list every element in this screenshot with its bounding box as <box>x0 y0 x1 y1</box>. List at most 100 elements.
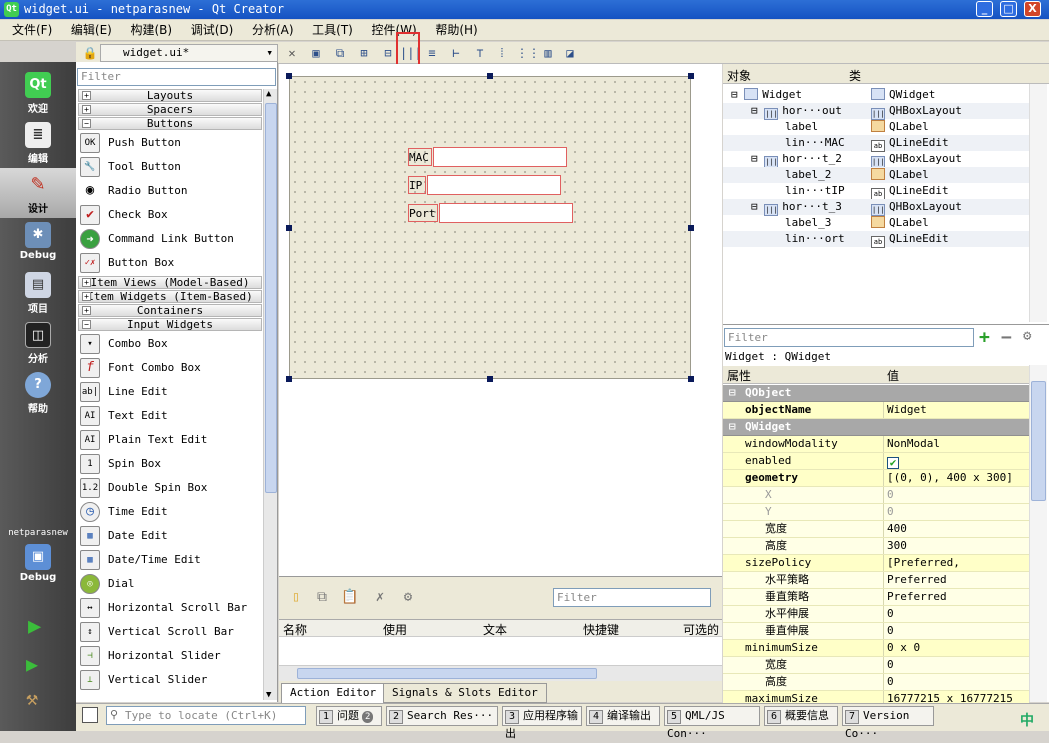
output-pane-button[interactable]: 5 QML/JS Con··· <box>664 706 760 740</box>
copy-action-icon[interactable]: ⧉ <box>313 587 331 607</box>
property-value[interactable]: 0 x 0 <box>887 640 920 656</box>
property-row[interactable]: objectName Widget <box>723 402 1029 419</box>
property-value[interactable]: 0 <box>887 606 894 622</box>
close-button[interactable]: X <box>1024 1 1041 17</box>
layout-vertical-icon[interactable]: ≡ <box>424 45 440 61</box>
property-row[interactable]: 水平策略 Preferred <box>723 572 1029 589</box>
mode-help[interactable]: ? 帮助 <box>0 368 76 418</box>
scroll-thumb[interactable] <box>1031 381 1046 501</box>
output-pane-button[interactable]: 7 Version Co··· <box>842 706 934 740</box>
output-pane-button[interactable]: 2 Search Res··· <box>386 706 498 726</box>
col-used[interactable]: 使用 <box>383 621 407 638</box>
resize-handle[interactable] <box>688 225 694 231</box>
run-icon[interactable]: ▶ <box>28 614 41 639</box>
tree-row[interactable]: lin···tIP ab QLineEdit <box>723 183 1029 200</box>
kit-selector[interactable]: ▣ Debug <box>0 540 76 590</box>
widget-datetime-edit[interactable]: ▦ Date/Time Edit <box>78 548 262 572</box>
mode-edit[interactable]: ≣ 编辑 <box>0 118 76 168</box>
category-layouts[interactable]: + Layouts <box>78 89 262 102</box>
col-text[interactable]: 文本 <box>483 621 507 638</box>
mode-projects[interactable]: ▤ 项目 <box>0 268 76 318</box>
menu-help[interactable]: 帮助(H) <box>429 20 483 41</box>
action-filter-input[interactable]: Filter <box>553 588 711 607</box>
port-line-edit[interactable] <box>439 203 573 223</box>
resize-handle[interactable] <box>688 376 694 382</box>
resize-handle[interactable] <box>286 376 292 382</box>
property-row[interactable]: Y0 <box>723 504 1029 521</box>
property-value[interactable]: Preferred <box>887 589 947 605</box>
enabled-checkbox[interactable]: ✔ <box>887 453 899 469</box>
property-value[interactable]: 0 <box>887 623 894 639</box>
property-editor-scrollbar[interactable] <box>1029 365 1047 702</box>
tab-action-editor[interactable]: Action Editor <box>281 683 386 703</box>
category-buttons[interactable]: − Buttons <box>78 117 262 130</box>
output-pane-button[interactable]: 4 编译输出 <box>586 706 660 726</box>
property-row[interactable]: geometry [(0, 0), 400 x 300] <box>723 470 1029 487</box>
paste-action-icon[interactable]: 📋 <box>341 587 359 607</box>
widget-font-combo-box[interactable]: f Font Combo Box <box>78 356 262 380</box>
ime-indicator[interactable]: 中 <box>1020 710 1034 730</box>
widget-spin-box[interactable]: 1 Spin Box <box>78 452 262 476</box>
tree-row[interactable]: lin···ort ab QLineEdit <box>723 231 1029 248</box>
resize-handle[interactable] <box>286 73 292 79</box>
col-class[interactable]: 类 <box>849 67 861 84</box>
property-row[interactable]: enabled ✔ <box>723 453 1029 470</box>
output-pane-button[interactable]: 1 问题 2 <box>316 706 382 726</box>
tree-row[interactable]: label_3 QLabel <box>723 215 1029 231</box>
scroll-up-icon[interactable]: ▲ <box>266 89 271 99</box>
col-object[interactable]: 对象 <box>727 67 751 84</box>
widget-check-box[interactable]: ✔ Check Box <box>78 203 262 227</box>
property-value[interactable]: 0 <box>887 487 894 503</box>
menu-build[interactable]: 构建(B) <box>124 20 178 41</box>
tab-signals-slots[interactable]: Signals & Slots Editor <box>383 683 547 703</box>
locator-input[interactable]: Type to locate (Ctrl+K) <box>106 706 306 725</box>
property-row[interactable]: 垂直策略 Preferred <box>723 589 1029 606</box>
checkbox-icon[interactable]: ✔ <box>887 457 899 469</box>
col-value[interactable]: 值 <box>887 367 899 384</box>
open-file-combo[interactable]: widget.ui* ▾ <box>100 44 278 62</box>
action-hscrollbar[interactable] <box>279 665 722 681</box>
menu-analyze[interactable]: 分析(A) <box>246 20 300 41</box>
mac-line-edit[interactable] <box>433 147 567 167</box>
ip-label[interactable]: IP <box>408 176 426 194</box>
property-value[interactable]: 0 <box>887 504 894 520</box>
build-hammer-icon[interactable]: ⚒ <box>26 686 38 710</box>
scroll-thumb[interactable] <box>297 668 597 679</box>
property-section[interactable]: QObject ⊟ <box>723 385 1029 402</box>
property-value[interactable]: [(0, 0), 400 x 300] <box>887 470 1013 486</box>
maximize-button[interactable]: □ <box>1000 1 1017 17</box>
property-row[interactable]: X0 <box>723 487 1029 504</box>
widget-time-edit[interactable]: ◷ Time Edit <box>78 500 262 524</box>
widget-date-edit[interactable]: ▦ Date Edit <box>78 524 262 548</box>
resize-handle[interactable] <box>487 73 493 79</box>
close-document-icon[interactable]: ✕ <box>284 45 300 61</box>
category-spacers[interactable]: + Spacers <box>78 103 262 116</box>
menu-edit[interactable]: 编辑(E) <box>65 20 118 41</box>
mode-analyze[interactable]: ◫ 分析 <box>0 318 76 368</box>
collapse-icon[interactable]: ⊟ <box>729 419 736 435</box>
property-value[interactable]: 0 <box>887 674 894 690</box>
widget-double-spin-box[interactable]: 1.2 Double Spin Box <box>78 476 262 500</box>
toggle-sidebar-icon[interactable] <box>82 707 98 723</box>
form-widget[interactable]: MAC IP Port <box>289 76 691 379</box>
widget-dial[interactable]: ◎ Dial <box>78 572 262 596</box>
collapse-icon[interactable]: ⊟ <box>729 385 736 401</box>
widget-plain-text-edit[interactable]: AI Plain Text Edit <box>78 428 262 452</box>
menu-tools[interactable]: 工具(T) <box>306 20 359 41</box>
property-row[interactable]: sizePolicy[Preferred, Preferre··· <box>723 555 1029 585</box>
property-value[interactable]: Widget <box>887 402 927 418</box>
tree-row[interactable]: ⊟ ||| hor···out ||| QHBoxLayout <box>723 103 1029 120</box>
layout-hsplitter-icon[interactable]: ⊢ <box>448 45 464 61</box>
action-table-body[interactable] <box>279 637 722 665</box>
mode-debug[interactable]: ✱ Debug <box>0 218 76 268</box>
mode-welcome[interactable]: Qt 欢迎 <box>0 68 76 118</box>
widget-vertical-scroll-bar[interactable]: ↕ Vertical Scroll Bar <box>78 620 262 644</box>
widget-text-edit[interactable]: AI Text Edit <box>78 404 262 428</box>
category-input-widgets[interactable]: − Input Widgets <box>78 318 262 331</box>
break-layout-icon[interactable]: ▥ <box>540 45 556 61</box>
remove-property-icon[interactable]: − <box>1001 327 1012 348</box>
widget-push-button[interactable]: OK Push Button <box>78 131 262 155</box>
ip-line-edit[interactable] <box>427 175 561 195</box>
property-row[interactable]: 高度 0 <box>723 674 1029 691</box>
widget-command-link-button[interactable]: ➜ Command Link Button <box>78 227 262 251</box>
